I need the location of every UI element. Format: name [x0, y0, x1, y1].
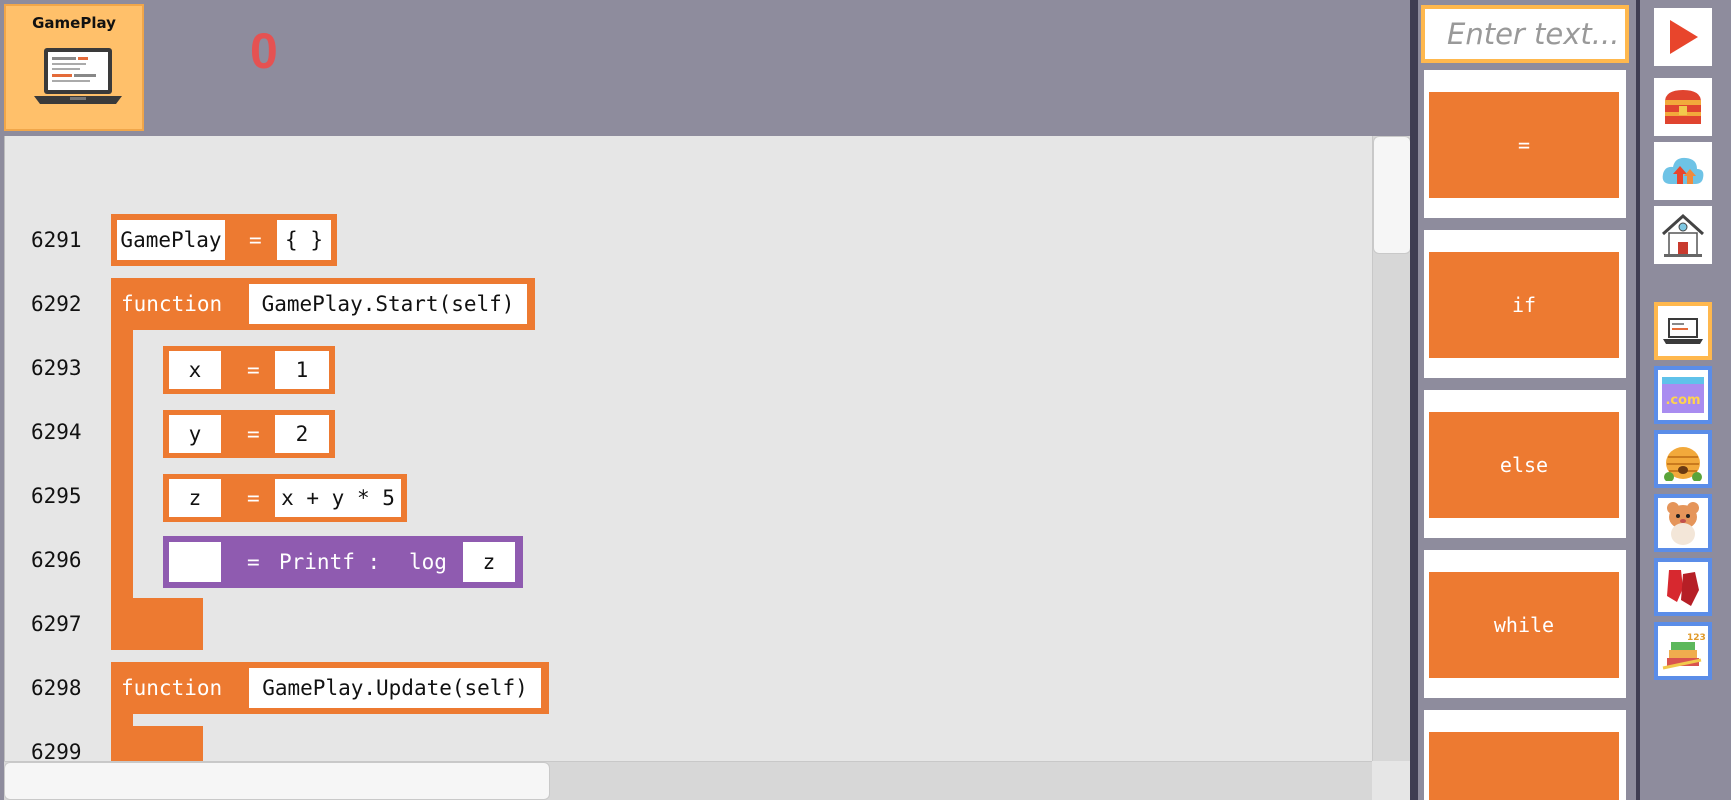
- line-number: 6292: [31, 292, 82, 316]
- assign-operator: =: [247, 422, 260, 446]
- value-field[interactable]: 1: [275, 351, 329, 389]
- code-editor[interactable]: 6291 6292 6293 6294 6295 6296 6297 6298 …: [4, 136, 1410, 800]
- laptop-icon: [1663, 318, 1703, 344]
- line-number: 6293: [31, 356, 82, 380]
- printf-module-label: Printf :: [279, 550, 381, 574]
- printf-call-block[interactable]: = Printf : log z: [163, 536, 523, 588]
- score-counter: 0: [250, 23, 278, 79]
- play-button[interactable]: [1654, 8, 1712, 66]
- line-number: 6291: [31, 228, 82, 252]
- svg-text:.com: .com: [1665, 393, 1700, 408]
- line-number: 6297: [31, 612, 82, 636]
- palette-block-else[interactable]: else: [1429, 412, 1619, 518]
- variable-name-field[interactable]: GamePlay: [117, 220, 225, 260]
- palette-block-assign[interactable]: =: [1429, 92, 1619, 198]
- value-field[interactable]: { }: [277, 220, 331, 260]
- svg-text:123: 123: [1687, 633, 1705, 643]
- horizontal-scrollbar[interactable]: [4, 761, 1372, 800]
- palette-search-input[interactable]: Enter text...: [1421, 5, 1629, 63]
- gameplay-script-button[interactable]: [1654, 302, 1712, 360]
- function-signature-field[interactable]: GamePlay.Update(self): [249, 668, 541, 708]
- palette-item[interactable]: =: [1424, 70, 1626, 218]
- beehive-icon: [1664, 447, 1702, 481]
- function-block-header[interactable]: function GamePlay.Start(self): [111, 278, 535, 330]
- function-keyword: function: [121, 676, 223, 700]
- assignment-block[interactable]: x = 1: [163, 346, 335, 394]
- log-method-label: log: [409, 550, 447, 574]
- home-button[interactable]: [1654, 206, 1712, 264]
- variable-name-field[interactable]: z: [169, 479, 221, 517]
- treasure-chest-icon: [1665, 90, 1701, 124]
- argument-field[interactable]: z: [463, 542, 515, 582]
- tab-label: GamePlay: [32, 14, 116, 32]
- function-signature-field[interactable]: GamePlay.Start(self): [249, 284, 527, 324]
- beehive-script-button[interactable]: [1654, 430, 1712, 488]
- palette-item[interactable]: while: [1424, 550, 1626, 698]
- variable-name-field[interactable]: y: [169, 415, 221, 453]
- horizontal-scroll-thumb[interactable]: [4, 762, 550, 800]
- cloud-upload-button[interactable]: [1654, 142, 1712, 200]
- assign-operator: =: [247, 486, 260, 510]
- hamster-script-button[interactable]: [1654, 494, 1712, 552]
- line-number: 6298: [31, 676, 82, 700]
- function-end-block: [111, 726, 203, 766]
- cloud-upload-icon: [1662, 157, 1704, 184]
- function-end-block: [111, 598, 203, 650]
- vertical-scrollbar[interactable]: [1372, 136, 1411, 761]
- palette-block-for[interactable]: for: [1429, 732, 1619, 800]
- palette-item[interactable]: for: [1424, 710, 1626, 800]
- palette-item[interactable]: if: [1424, 230, 1626, 378]
- home-icon: [1661, 213, 1705, 257]
- assignment-block[interactable]: y = 2: [163, 410, 335, 458]
- function-block-header[interactable]: function GamePlay.Update(self): [111, 662, 549, 714]
- web-script-button[interactable]: .com: [1654, 366, 1712, 424]
- line-number: 6296: [31, 548, 82, 572]
- books-script-button[interactable]: 123: [1654, 622, 1712, 680]
- palette-block-while[interactable]: while: [1429, 572, 1619, 678]
- line-number: 6295: [31, 484, 82, 508]
- red-gloves-icon: [1667, 570, 1699, 606]
- assignment-block[interactable]: GamePlay = { }: [111, 214, 337, 266]
- result-variable-field[interactable]: [169, 542, 221, 582]
- value-field[interactable]: x + y * 5: [275, 479, 401, 517]
- value-field[interactable]: 2: [275, 415, 329, 453]
- palette-block-if[interactable]: if: [1429, 252, 1619, 358]
- line-number: 6294: [31, 420, 82, 444]
- right-sidebar: .com 123: [1640, 0, 1731, 800]
- assign-operator: =: [249, 228, 262, 252]
- assign-operator: =: [247, 358, 260, 382]
- palette-item[interactable]: else: [1424, 390, 1626, 538]
- top-bar: GamePlay 0: [0, 0, 1411, 135]
- vertical-scroll-thumb[interactable]: [1373, 136, 1411, 254]
- treasure-chest-button[interactable]: [1654, 78, 1712, 136]
- panel-divider: [1410, 0, 1418, 800]
- gloves-script-button[interactable]: [1654, 558, 1712, 616]
- play-icon: [1670, 20, 1698, 54]
- hamster-icon: [1667, 502, 1699, 545]
- function-keyword: function: [121, 292, 223, 316]
- assignment-block[interactable]: z = x + y * 5: [163, 474, 407, 522]
- assign-operator: =: [247, 550, 260, 574]
- books-icon: 123: [1662, 633, 1705, 670]
- tab-gameplay[interactable]: GamePlay: [4, 4, 144, 131]
- web-browser-icon: .com: [1662, 377, 1704, 413]
- variable-name-field[interactable]: x: [169, 351, 221, 389]
- laptop-icon: [34, 48, 122, 104]
